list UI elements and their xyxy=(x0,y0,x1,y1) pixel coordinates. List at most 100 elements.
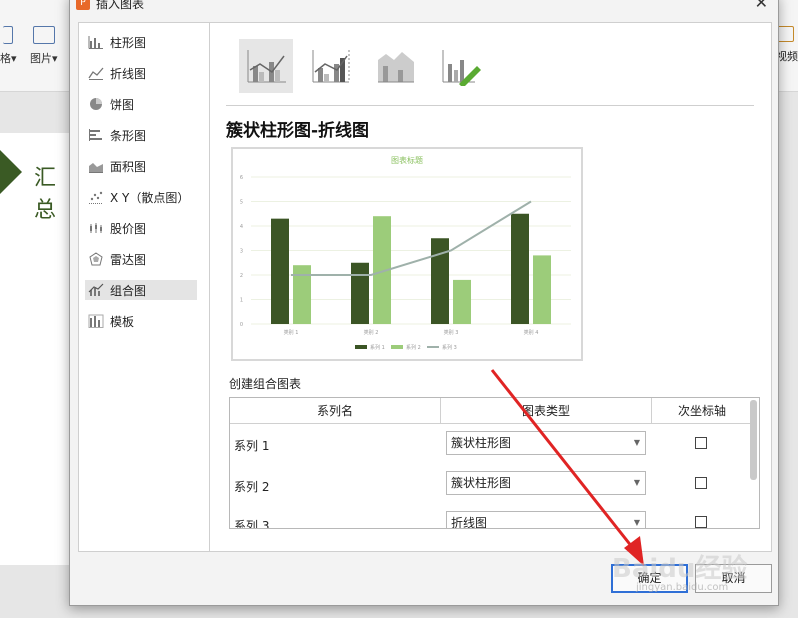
y-tick-label: 4 xyxy=(240,224,243,230)
divider xyxy=(226,105,754,106)
picture-icon xyxy=(32,26,55,44)
chart-type-value: 簇状柱形图 xyxy=(451,476,512,490)
chart-type-select-2[interactable]: 簇状柱形图 ▼ xyxy=(446,471,646,495)
slide-page[interactable]: 汇总 xyxy=(0,133,72,565)
dialog-titlebar[interactable]: P 插入图表 ✕ xyxy=(70,0,778,13)
chart-preview: 图表标题 0 1 2 3 4 5 6 类别 1 类别 2 类别 3 类别 4 系列 1 系列 2 系列 3 xyxy=(231,147,583,361)
custom-combo-icon xyxy=(442,50,481,86)
secondary-axis-checkbox-1[interactable] xyxy=(695,437,707,449)
x-tick-label: 类别 1 xyxy=(284,329,299,336)
bar-chart-icon xyxy=(88,36,103,49)
sidebar-item-pie[interactable]: 饼图 xyxy=(85,94,197,114)
background-picture-button[interactable]: 图片▾ xyxy=(30,26,58,66)
scatter-icon xyxy=(89,191,103,204)
sidebar-item-label: 条形图 xyxy=(110,128,147,143)
preview-chart-svg: 图表标题 0 1 2 3 4 5 6 类别 1 类别 2 类别 3 类别 4 系列 1 系列 2 系列 3 xyxy=(240,155,571,351)
bar-mark xyxy=(453,279,471,324)
subtype-stacked-area-column[interactable] xyxy=(369,39,423,93)
sidebar-item-combo[interactable]: 组合图 xyxy=(85,280,197,300)
x-tick-label: 类别 3 xyxy=(444,329,459,336)
line-chart-icon xyxy=(88,67,104,80)
slide-arrow-shape xyxy=(0,150,22,194)
stock-chart-icon xyxy=(90,223,102,233)
legend-swatch xyxy=(355,345,367,349)
chart-subtype-title: 簇状柱形图-折线图 xyxy=(226,121,370,141)
secondary-axis-checkbox-2[interactable] xyxy=(695,477,707,489)
dropdown-caret-icon: ▼ xyxy=(633,438,640,447)
legend-label: 系列 3 xyxy=(442,344,457,351)
sidebar-item-area[interactable]: 面积图 xyxy=(85,156,197,176)
sidebar-item-bar[interactable]: 条形图 xyxy=(85,125,197,145)
table-scrollbar[interactable] xyxy=(750,400,757,480)
chart-type-select-1[interactable]: 簇状柱形图 ▼ xyxy=(446,431,646,455)
chart-type-value: 簇状柱形图 xyxy=(451,436,512,450)
chart-main-area: 簇状柱形图-折线图 图表标题 0 1 2 3 4 5 6 类别 1 类别 2 类别 3 类别 4 系列… xyxy=(211,23,771,551)
area-chart-icon xyxy=(89,163,103,173)
y-tick-label: 0 xyxy=(240,322,243,328)
legend-label: 系列 1 xyxy=(370,344,385,351)
slide-text: 汇总 xyxy=(34,166,57,223)
insert-chart-dialog: P 插入图表 ✕ 柱形图 折线图 饼图 条形图 面积图 X Y（散点图） 股价图… xyxy=(69,0,779,606)
legend-label: 系列 2 xyxy=(406,344,421,351)
combo-column-line-icon xyxy=(247,50,286,83)
series-name-1: 系列 1 xyxy=(234,439,270,453)
sidebar-item-stock[interactable]: 股价图 xyxy=(85,218,197,238)
y-tick-label: 1 xyxy=(240,298,243,304)
sidebar-item-label: 模板 xyxy=(110,314,135,329)
combo-area-column-icon xyxy=(378,52,414,83)
dialog-title: 插入图表 xyxy=(96,0,145,11)
background-picture-label: 图片▾ xyxy=(30,52,58,65)
dropdown-caret-icon: ▼ xyxy=(633,478,640,487)
chart-type-value: 折线图 xyxy=(451,516,488,529)
watermark-logo: Baidu经验 xyxy=(612,554,748,584)
sidebar-item-label: X Y（散点图） xyxy=(110,190,190,205)
sidebar-item-scatter[interactable]: X Y（散点图） xyxy=(85,187,197,207)
sidebar-item-label: 雷达图 xyxy=(110,252,147,267)
dropdown-caret-icon: ▼ xyxy=(633,518,640,527)
background-table-button[interactable]: 格▾ xyxy=(0,26,17,66)
y-tick-label: 2 xyxy=(240,273,243,279)
sidebar-item-label: 柱形图 xyxy=(110,35,147,50)
sidebar-item-label: 折线图 xyxy=(110,66,147,81)
column-header-chart-type: 图表类型 xyxy=(441,398,651,424)
background-table-label: 格▾ xyxy=(0,52,17,65)
subtype-custom-combo[interactable] xyxy=(434,39,488,93)
column-header-series-name: 系列名 xyxy=(230,398,440,424)
series-name-3: 系列 3 xyxy=(234,519,270,529)
subtype-column-line-secondary[interactable] xyxy=(304,39,358,93)
chart-type-sidebar: 柱形图 折线图 饼图 条形图 面积图 X Y（散点图） 股价图 雷达图 组合图 … xyxy=(79,23,210,551)
app-logo-icon: P xyxy=(76,0,90,10)
sidebar-item-label: 饼图 xyxy=(110,97,135,112)
legend-swatch xyxy=(391,345,403,349)
sidebar-item-column[interactable]: 柱形图 xyxy=(85,32,197,52)
radar-chart-icon xyxy=(89,252,103,266)
column-header-secondary-axis: 次坐标轴 xyxy=(652,398,752,424)
y-tick-label: 3 xyxy=(240,249,243,255)
background-video-button[interactable]: 视频 xyxy=(776,26,798,64)
y-tick-label: 6 xyxy=(240,175,243,181)
x-tick-label: 类别 2 xyxy=(364,329,379,336)
close-icon[interactable]: ✕ xyxy=(755,0,768,12)
preview-chart-title: 图表标题 xyxy=(391,155,423,165)
sidebar-item-radar[interactable]: 雷达图 xyxy=(85,249,197,269)
chart-type-select-3[interactable]: 折线图 ▼ xyxy=(446,511,646,529)
dialog-content-panel: 柱形图 折线图 饼图 条形图 面积图 X Y（散点图） 股价图 雷达图 组合图 … xyxy=(78,22,772,552)
table-icon xyxy=(3,26,14,44)
bar-mark xyxy=(533,255,551,324)
pie-chart-icon xyxy=(90,98,102,110)
create-combo-label: 创建组合图表 xyxy=(229,377,302,391)
series-name-2: 系列 2 xyxy=(234,480,270,494)
subtype-column-line[interactable] xyxy=(239,39,293,93)
sidebar-item-line[interactable]: 折线图 xyxy=(85,63,197,83)
secondary-axis-checkbox-3[interactable] xyxy=(695,516,707,528)
template-icon xyxy=(88,314,104,328)
bar-mark xyxy=(271,218,289,324)
bar-mark xyxy=(511,213,529,324)
x-tick-label: 类别 4 xyxy=(524,329,539,336)
bar-mark xyxy=(351,262,369,324)
combo-chart-icon xyxy=(88,283,104,296)
series-table: 系列名 图表类型 次坐标轴 系列 1 簇状柱形图 ▼ 系列 2 簇状柱形图 ▼ 系列… xyxy=(229,397,760,529)
sidebar-item-template[interactable]: 模板 xyxy=(85,311,197,331)
horizontal-bar-icon xyxy=(89,129,102,141)
y-tick-label: 5 xyxy=(240,200,243,206)
